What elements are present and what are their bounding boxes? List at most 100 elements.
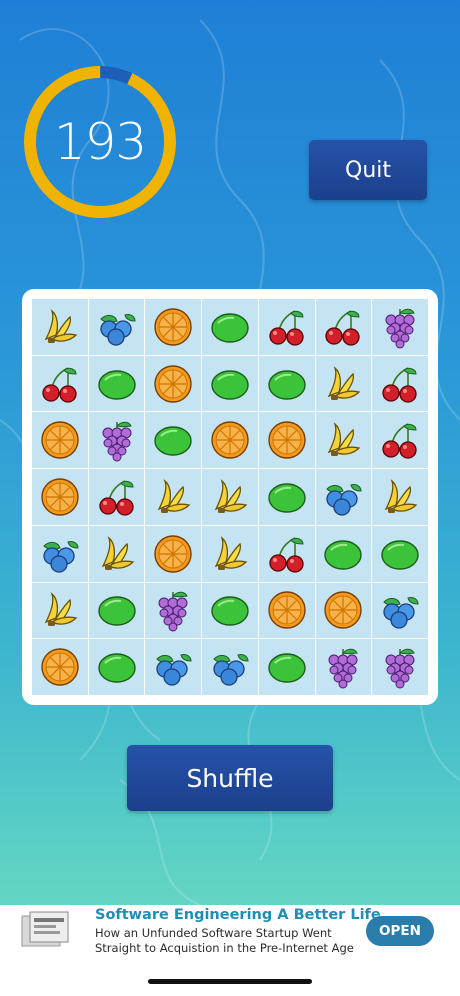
tile-orange[interactable] — [32, 639, 88, 695]
timer-value: 193 — [53, 113, 147, 171]
tile-orange[interactable] — [258, 412, 315, 469]
tile-banana[interactable] — [315, 355, 372, 412]
orange-icon — [211, 421, 249, 459]
tile-orange[interactable] — [145, 355, 202, 412]
tile-lime[interactable] — [202, 582, 258, 639]
tile-orange[interactable] — [315, 582, 372, 639]
tile-lime[interactable] — [202, 355, 258, 412]
tile-blueberry[interactable] — [32, 525, 88, 582]
lime-icon — [211, 596, 249, 627]
blueberry-icon — [383, 597, 419, 630]
banana-icon — [44, 308, 78, 343]
lime-icon — [381, 540, 419, 570]
tile-grape[interactable] — [372, 639, 428, 695]
banana-icon — [328, 365, 361, 400]
orange-icon — [41, 648, 79, 686]
tile-cherry[interactable] — [258, 525, 315, 582]
tile-lime[interactable] — [258, 639, 315, 695]
lime-icon — [268, 483, 306, 513]
orange-icon — [268, 421, 306, 459]
grape-icon — [385, 308, 415, 349]
tile-lime[interactable] — [88, 582, 145, 639]
tile-banana[interactable] — [372, 469, 428, 525]
tile-lime[interactable] — [145, 412, 202, 469]
blueberry-icon — [99, 313, 136, 346]
tile-blueberry[interactable] — [145, 639, 202, 695]
tile-blueberry[interactable] — [372, 582, 428, 639]
fruit-grid — [32, 299, 428, 695]
ad-open-button[interactable]: OPEN — [366, 916, 434, 946]
cherry-icon — [269, 536, 304, 573]
countdown-timer: 193 — [22, 64, 178, 220]
tile-orange[interactable] — [32, 412, 88, 469]
tile-banana[interactable] — [88, 525, 145, 582]
banana-icon — [384, 479, 418, 513]
tile-grape[interactable] — [315, 639, 372, 695]
tile-blueberry[interactable] — [315, 469, 372, 525]
lime-icon — [268, 369, 306, 400]
tile-blueberry[interactable] — [88, 299, 145, 355]
game-board — [22, 289, 438, 705]
tile-blueberry[interactable] — [202, 639, 258, 695]
tile-lime[interactable] — [372, 525, 428, 582]
tile-cherry[interactable] — [88, 469, 145, 525]
orange-icon — [324, 591, 363, 630]
blueberry-icon — [326, 484, 362, 516]
ad-body[interactable]: How an Unfunded Software Startup Went St… — [95, 926, 360, 956]
lime-icon — [268, 653, 306, 683]
tile-cherry[interactable] — [315, 299, 372, 355]
tile-cherry[interactable] — [32, 355, 88, 412]
tile-orange[interactable] — [145, 525, 202, 582]
tile-banana[interactable] — [315, 412, 372, 469]
tile-banana[interactable] — [202, 469, 258, 525]
grape-icon — [385, 648, 415, 689]
orange-icon — [154, 308, 192, 346]
tile-banana[interactable] — [32, 299, 88, 355]
tile-grape[interactable] — [145, 582, 202, 639]
grape-icon — [328, 648, 359, 689]
lime-icon — [154, 426, 192, 456]
tile-lime[interactable] — [315, 525, 372, 582]
tile-banana[interactable] — [145, 469, 202, 525]
tile-orange[interactable] — [258, 582, 315, 639]
tile-lime[interactable] — [88, 355, 145, 412]
tile-orange[interactable] — [202, 412, 258, 469]
blueberry-icon — [213, 654, 249, 686]
orange-icon — [41, 421, 79, 459]
lime-icon — [97, 369, 136, 400]
orange-icon — [154, 364, 192, 403]
lime-icon — [211, 313, 249, 343]
cherry-icon — [382, 366, 417, 403]
orange-icon — [154, 535, 192, 573]
tile-grape[interactable] — [372, 299, 428, 355]
tile-lime[interactable] — [258, 355, 315, 412]
cherry-icon — [42, 366, 77, 403]
banana-icon — [214, 535, 248, 570]
tile-cherry[interactable] — [258, 299, 315, 355]
lime-icon — [324, 540, 363, 570]
tile-cherry[interactable] — [372, 412, 428, 469]
tile-cherry[interactable] — [372, 355, 428, 412]
grape-icon — [158, 592, 189, 632]
blueberry-icon — [156, 654, 192, 686]
cherry-icon — [325, 310, 361, 346]
ad-title[interactable]: Software Engineering A Better Life — [95, 907, 381, 923]
tile-orange[interactable] — [145, 299, 202, 355]
tile-banana[interactable] — [202, 525, 258, 582]
tile-lime[interactable] — [88, 639, 145, 695]
tile-orange[interactable] — [32, 469, 88, 525]
shuffle-button[interactable]: Shuffle — [127, 745, 333, 811]
quit-button[interactable]: Quit — [309, 140, 427, 200]
grape-icon — [102, 422, 132, 462]
tile-banana[interactable] — [32, 582, 88, 639]
orange-icon — [268, 591, 306, 630]
tile-lime[interactable] — [258, 469, 315, 525]
orange-icon — [41, 478, 79, 516]
home-indicator — [148, 979, 312, 984]
banana-icon — [328, 422, 361, 457]
banana-icon — [214, 479, 248, 513]
lime-icon — [97, 653, 136, 683]
tile-lime[interactable] — [202, 299, 258, 355]
tile-grape[interactable] — [88, 412, 145, 469]
blueberry-icon — [43, 540, 79, 573]
